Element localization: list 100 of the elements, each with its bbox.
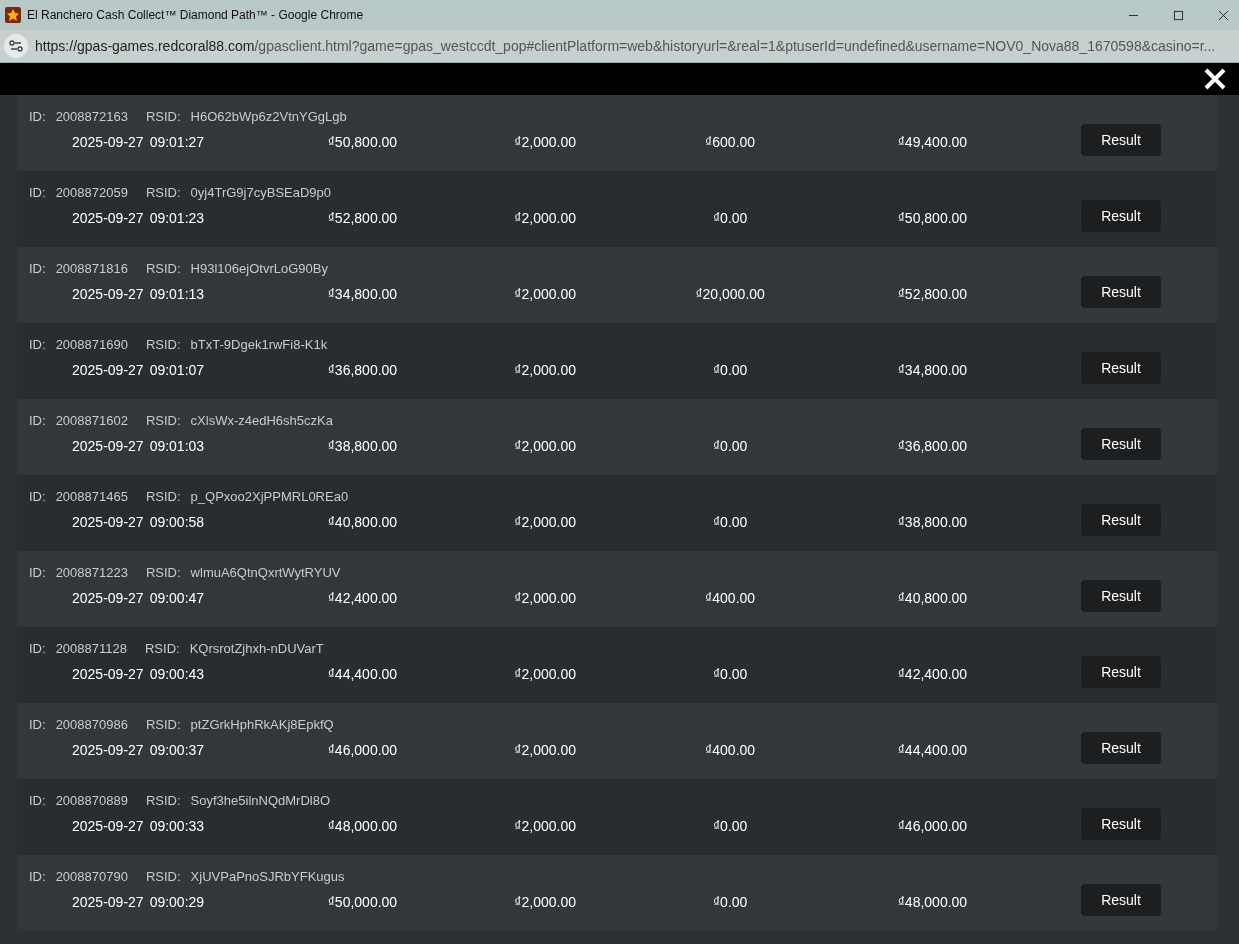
- bet-amount: ₫2,000.00: [514, 362, 576, 378]
- bet-amount: ₫2,000.00: [514, 514, 576, 530]
- win-amount: ₫0.00: [712, 514, 748, 530]
- id-label: ID:: [29, 717, 46, 732]
- win-amount: ₫0.00: [712, 894, 748, 910]
- rsid-value: cXlsWx-z4edH6sh5czKa: [190, 413, 333, 428]
- end-balance: ₫34,800.00: [897, 362, 968, 378]
- start-balance: ₫38,800.00: [327, 438, 398, 454]
- rsid-value: H6O62bWp6z2VtnYGgLgb: [190, 109, 347, 124]
- rsid-value: p_QPxoo2XjPPMRL0REa0: [190, 489, 349, 504]
- time-text: 09:00:33: [149, 818, 205, 834]
- maximize-icon[interactable]: [1173, 9, 1184, 21]
- date-text: 2025-09-27: [72, 514, 144, 530]
- round-id: 2008871602: [55, 413, 128, 428]
- result-button[interactable]: Result: [1081, 732, 1161, 764]
- id-label: ID:: [29, 565, 46, 580]
- round-id: 2008871128: [55, 641, 127, 656]
- app-icon: [5, 7, 21, 23]
- date-text: 2025-09-27: [72, 742, 144, 758]
- rsid-value: XjUVPaPnoSJRbYFKugus: [190, 869, 345, 884]
- bet-amount: ₫2,000.00: [514, 210, 576, 226]
- site-settings-icon[interactable]: [4, 34, 28, 58]
- win-amount: ₫0.00: [712, 210, 748, 226]
- start-balance: ₫44,400.00: [327, 666, 398, 682]
- rsid-label: RSID:: [144, 641, 180, 656]
- result-button[interactable]: Result: [1081, 276, 1161, 308]
- id-label: ID:: [29, 413, 46, 428]
- rsid-value: 0yj4TrG9j7cyBSEaD9p0: [190, 185, 332, 200]
- win-amount: ₫600.00: [705, 134, 756, 150]
- win-amount: ₫400.00: [705, 742, 756, 758]
- start-balance: ₫42,400.00: [327, 590, 398, 606]
- bet-amount: ₫2,000.00: [514, 134, 576, 150]
- end-balance: ₫46,000.00: [897, 818, 968, 834]
- start-balance: ₫46,000.00: [327, 742, 398, 758]
- result-button[interactable]: Result: [1081, 656, 1161, 688]
- bet-amount: ₫2,000.00: [514, 894, 576, 910]
- end-balance: ₫52,800.00: [897, 286, 968, 302]
- round-id: 2008870986: [55, 717, 128, 732]
- rsid-value: ptZGrkHphRkAKj8EpkfQ: [190, 717, 334, 732]
- id-label: ID:: [29, 109, 46, 124]
- date-text: 2025-09-27: [72, 818, 144, 834]
- date-text: 2025-09-27: [72, 210, 144, 226]
- time-text: 09:01:07: [149, 362, 205, 378]
- result-button[interactable]: Result: [1081, 884, 1161, 916]
- id-label: ID:: [29, 793, 46, 808]
- result-button[interactable]: Result: [1081, 124, 1161, 156]
- start-balance: ₫40,800.00: [327, 514, 398, 530]
- date-text: 2025-09-27: [72, 666, 144, 682]
- round-id: 2008871465: [55, 489, 128, 504]
- win-amount: ₫0.00: [712, 666, 748, 682]
- rsid-label: RSID:: [145, 869, 181, 884]
- round-id: 2008872163: [55, 109, 128, 124]
- rsid-label: RSID:: [145, 565, 181, 580]
- date-text: 2025-09-27: [72, 362, 144, 378]
- rsid-label: RSID:: [145, 185, 181, 200]
- end-balance: ₫50,800.00: [897, 210, 968, 226]
- win-amount: ₫0.00: [712, 818, 748, 834]
- result-button[interactable]: Result: [1081, 808, 1161, 840]
- bet-amount: ₫2,000.00: [514, 666, 576, 682]
- time-text: 09:00:37: [149, 742, 205, 758]
- rsid-value: wlmuA6QtnQxrtWytRYUV: [190, 565, 341, 580]
- round-id: 2008871690: [55, 337, 128, 352]
- result-button[interactable]: Result: [1081, 580, 1161, 612]
- window-title: El Ranchero Cash Collect™ Diamond Path™ - Google Chrome: [27, 8, 365, 22]
- result-button[interactable]: Result: [1081, 428, 1161, 460]
- rsid-label: RSID:: [145, 109, 181, 124]
- time-text: 09:00:43: [149, 666, 205, 682]
- id-label: ID:: [29, 489, 46, 504]
- end-balance: ₫48,000.00: [897, 894, 968, 910]
- bet-amount: ₫2,000.00: [514, 438, 576, 454]
- win-amount: ₫0.00: [712, 362, 748, 378]
- rsid-label: RSID:: [145, 261, 181, 276]
- start-balance: ₫34,800.00: [327, 286, 398, 302]
- start-balance: ₫52,800.00: [327, 210, 398, 226]
- rsid-label: RSID:: [145, 337, 181, 352]
- time-text: 09:00:29: [149, 894, 205, 910]
- result-button[interactable]: Result: [1081, 352, 1161, 384]
- time-text: 09:01:23: [149, 210, 205, 226]
- id-label: ID:: [29, 261, 46, 276]
- rsid-value: bTxT-9Dgek1rwFi8-K1k: [190, 337, 328, 352]
- bet-amount: ₫2,000.00: [514, 590, 576, 606]
- end-balance: ₫49,400.00: [897, 134, 968, 150]
- result-button[interactable]: Result: [1081, 504, 1161, 536]
- end-balance: ₫44,400.00: [897, 742, 968, 758]
- round-id: 2008872059: [55, 185, 128, 200]
- start-balance: ₫48,000.00: [327, 818, 398, 834]
- result-button[interactable]: Result: [1081, 200, 1161, 232]
- time-text: 09:01:27: [149, 134, 205, 150]
- rsid-value: KQrsrotZjhxh-nDUVarT: [189, 641, 324, 656]
- id-label: ID:: [29, 185, 46, 200]
- rsid-value: H93l106ejOtvrLoG90By: [190, 261, 328, 276]
- win-amount: ₫400.00: [705, 590, 756, 606]
- id-label: ID:: [29, 869, 46, 884]
- rsid-value: Soyf3he5ilnNQdMrDl8O: [190, 793, 331, 808]
- rsid-label: RSID:: [145, 413, 181, 428]
- date-text: 2025-09-27: [72, 286, 144, 302]
- date-text: 2025-09-27: [72, 134, 144, 150]
- round-id: 2008870790: [55, 869, 128, 884]
- close-icon[interactable]: [1218, 9, 1229, 21]
- win-amount: ₫0.00: [712, 438, 748, 454]
